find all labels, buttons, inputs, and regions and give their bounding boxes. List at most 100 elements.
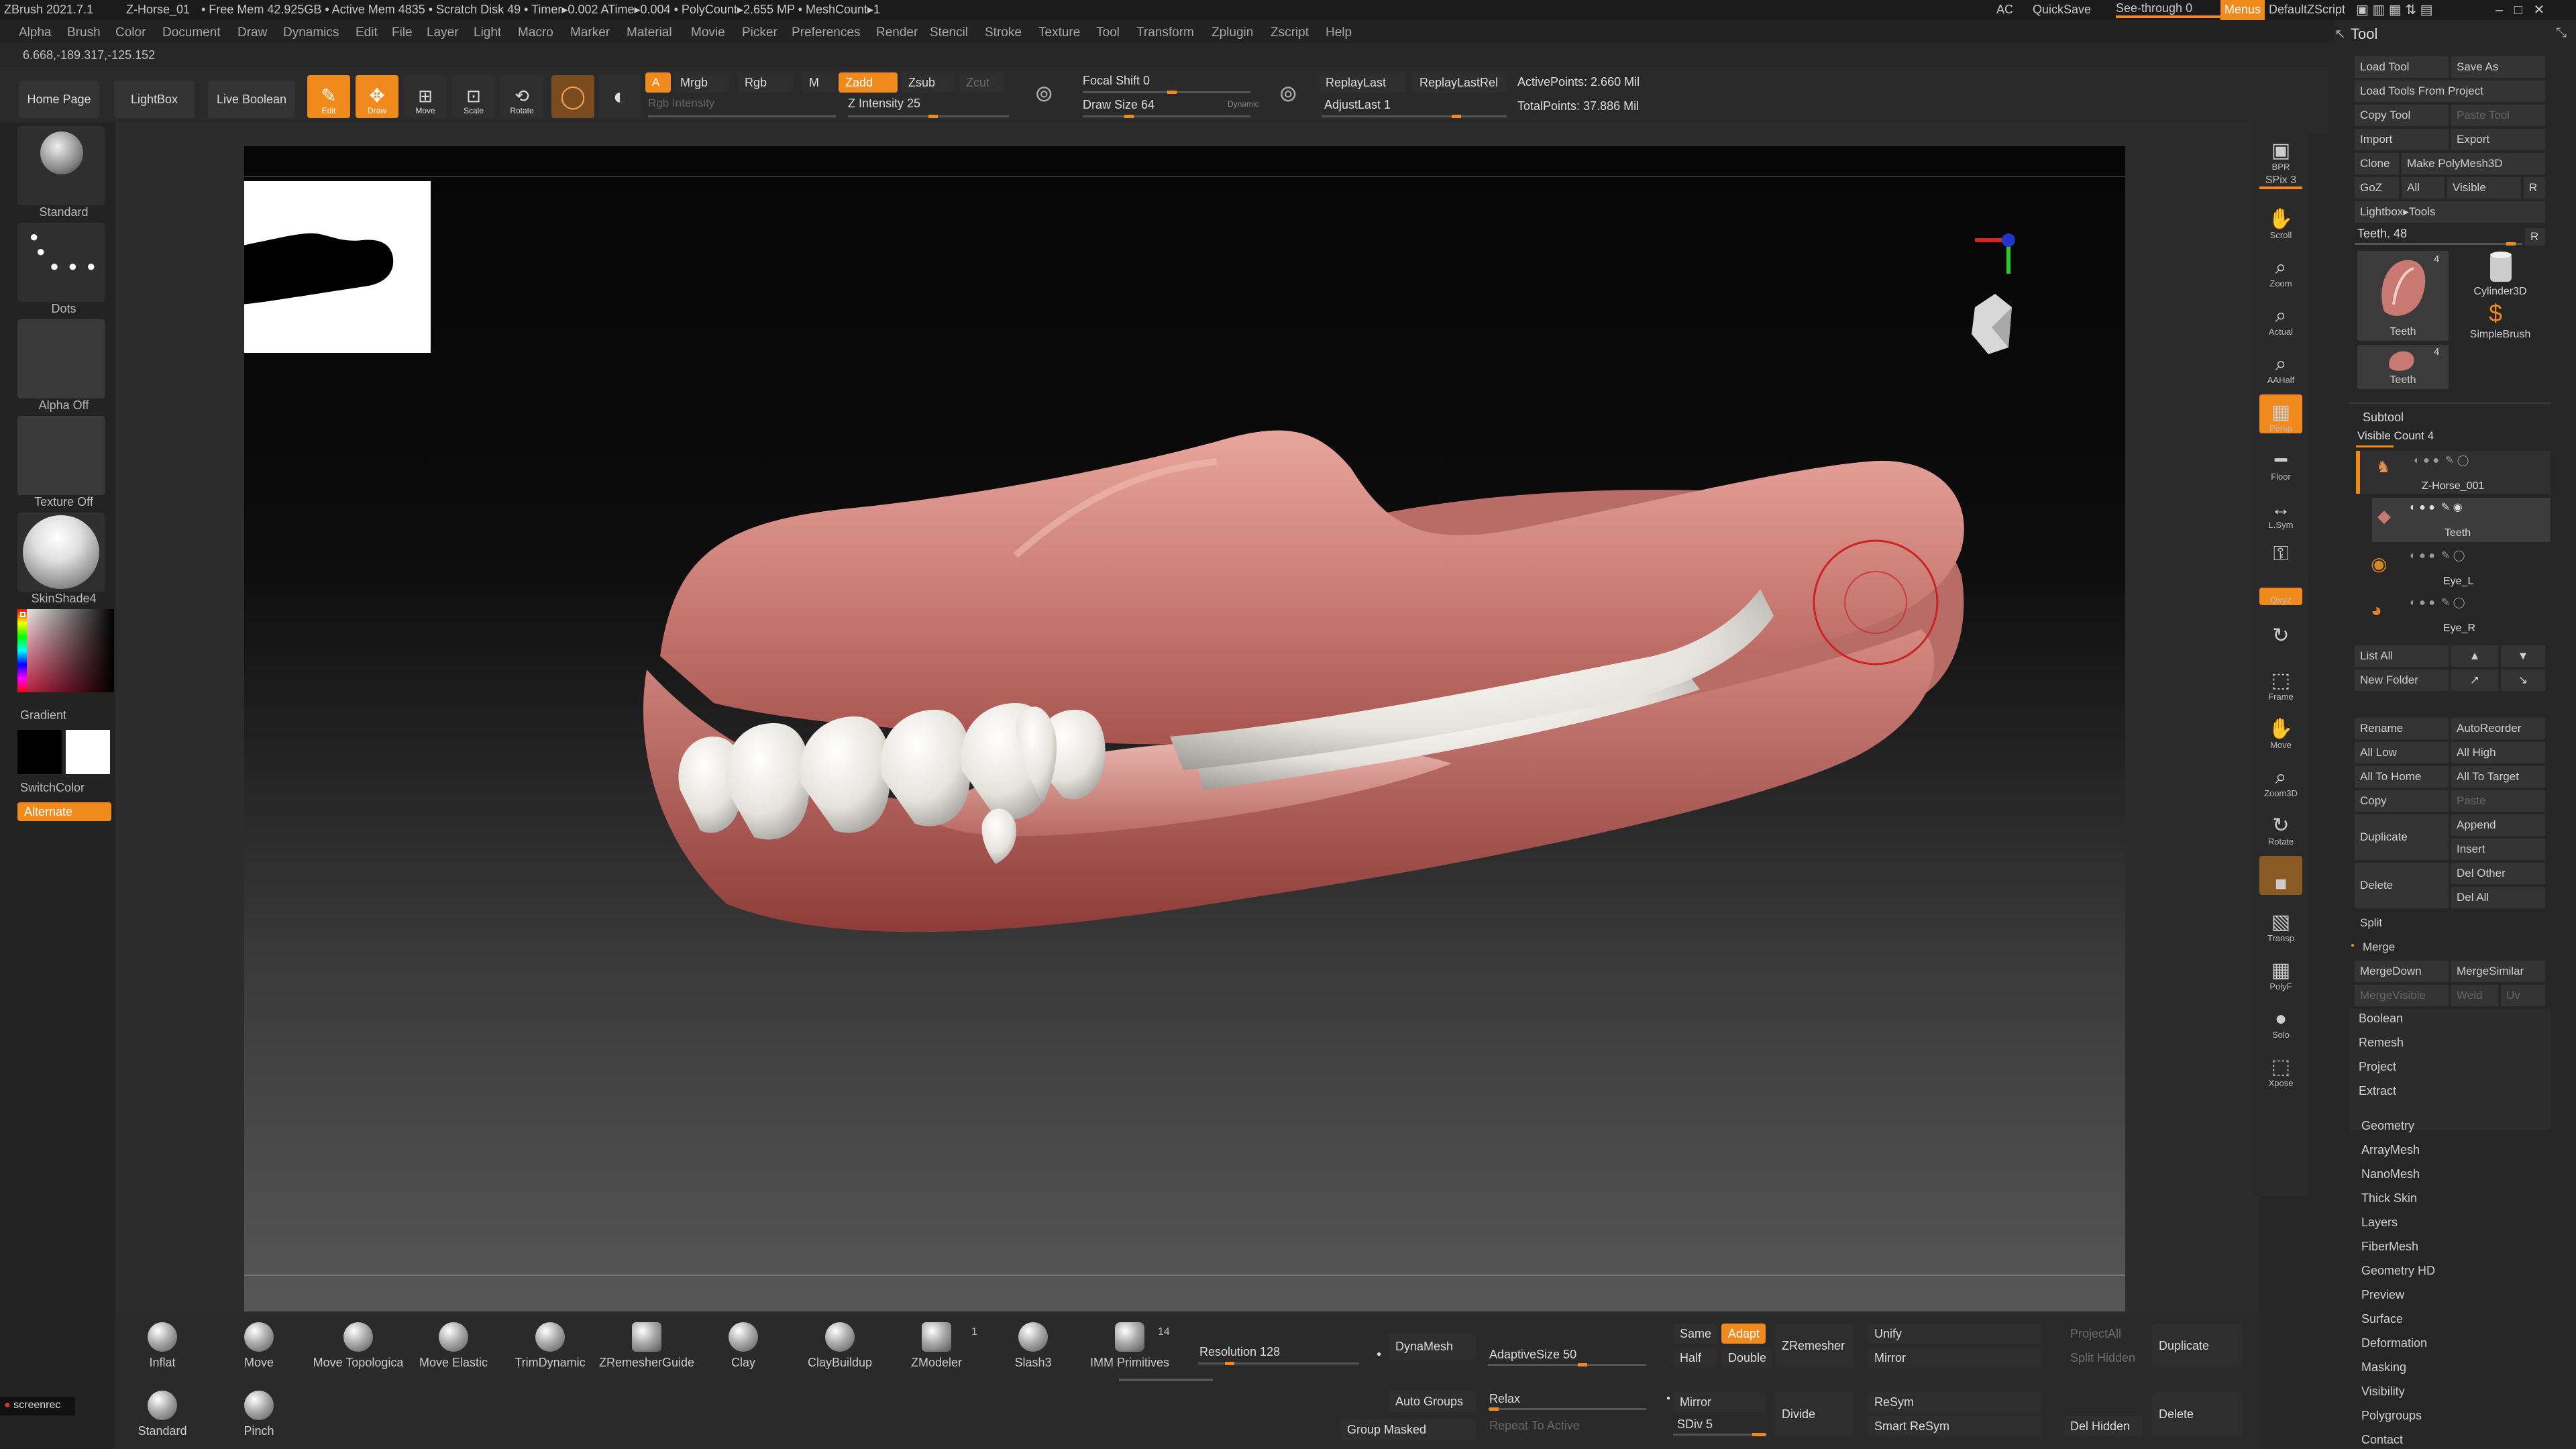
adaptivesize-handle[interactable] bbox=[1578, 1363, 1587, 1366]
contact-subpalette[interactable]: Contact bbox=[2361, 1433, 2403, 1447]
split-section[interactable]: Split bbox=[2355, 912, 2545, 934]
frame-button[interactable]: ⬚ Frame bbox=[2259, 663, 2302, 702]
brush-move[interactable]: Move bbox=[212, 1322, 306, 1370]
import-button[interactable]: Import bbox=[2355, 129, 2449, 150]
brush-slash3[interactable]: Slash3 bbox=[986, 1322, 1080, 1370]
secondary-color-swatch[interactable] bbox=[17, 730, 62, 774]
xpose-button[interactable]: ⬚ Xpose bbox=[2259, 1049, 2302, 1089]
menu-marker[interactable]: Marker bbox=[570, 25, 610, 40]
subtool-visibility-icons[interactable]: ◐ ● ● ✎ ◯ bbox=[2410, 596, 2465, 609]
nanomesh-subpalette[interactable]: NanoMesh bbox=[2361, 1167, 2420, 1181]
a-toggle[interactable]: A bbox=[645, 72, 671, 93]
scale-mode-button[interactable]: ⊡ Scale bbox=[452, 75, 495, 118]
solo-button[interactable]: ● Solo bbox=[2259, 1001, 2302, 1040]
clone-button[interactable]: Clone bbox=[2355, 153, 2399, 174]
delete-subtool-button[interactable]: Delete bbox=[2355, 863, 2449, 908]
subtool-row-eye-r[interactable]: ◕ ◐ ● ● ✎ ◯ Eye_R bbox=[2356, 593, 2551, 636]
scroll-button[interactable]: ✋ Scroll bbox=[2259, 201, 2302, 241]
double-button[interactable]: Double bbox=[1721, 1348, 1772, 1368]
shelf-resize-handle[interactable] bbox=[1119, 1379, 1213, 1381]
home-page-button[interactable]: Home Page bbox=[19, 80, 99, 118]
lsym-button[interactable]: ↔ L.Sym bbox=[2259, 491, 2302, 531]
project-all-button[interactable]: ProjectAll bbox=[2063, 1324, 2131, 1344]
brush-clay[interactable]: Clay bbox=[696, 1322, 790, 1370]
surface-subpalette[interactable]: Surface bbox=[2361, 1312, 2403, 1326]
menu-movie[interactable]: Movie bbox=[691, 25, 725, 40]
paste-tool-button[interactable]: Paste Tool bbox=[2451, 105, 2545, 126]
all-high-button[interactable]: All High bbox=[2451, 742, 2545, 763]
uv-button[interactable]: Uv bbox=[2501, 985, 2545, 1006]
draw-mode-button[interactable]: ✥ Draw bbox=[356, 75, 398, 118]
extract-section[interactable]: Extract bbox=[2359, 1084, 2396, 1098]
actual-button[interactable]: ⌕ Actual bbox=[2259, 298, 2302, 337]
default-zscript[interactable]: DefaultZScript bbox=[2269, 3, 2345, 17]
adapt-button[interactable]: Adapt bbox=[1721, 1324, 1766, 1344]
persp-button[interactable]: ▦ Persp bbox=[2259, 394, 2302, 433]
dynamic-toggle[interactable]: Dynamic bbox=[1228, 99, 1259, 109]
subtool-row-horse[interactable]: ♞ ◐ ● ● ✎ ◯ Z-Horse_001 bbox=[2356, 451, 2551, 494]
subtool-header[interactable]: Subtool bbox=[2363, 411, 2404, 425]
fibermesh-subpalette[interactable]: FiberMesh bbox=[2361, 1240, 2418, 1254]
transp-button[interactable]: ▧ Transp bbox=[2259, 904, 2302, 944]
lock-button[interactable]: ⚿ bbox=[2259, 534, 2302, 565]
split-hidden-button[interactable]: Split Hidden bbox=[2063, 1348, 2137, 1368]
rotate-view-button[interactable]: ↻ Rotate bbox=[2259, 808, 2302, 847]
all-to-home-button[interactable]: All To Home bbox=[2355, 766, 2449, 788]
visibility-subpalette[interactable]: Visibility bbox=[2361, 1385, 2405, 1399]
sdiv-handle[interactable] bbox=[1752, 1433, 1766, 1436]
brush-trimdynamic[interactable]: TrimDynamic bbox=[503, 1322, 597, 1370]
rgb-toggle[interactable]: Rgb bbox=[738, 72, 793, 93]
group-masked-button[interactable]: Group Masked bbox=[1340, 1419, 1476, 1440]
copy-tool-button[interactable]: Copy Tool bbox=[2355, 105, 2449, 126]
menu-tool[interactable]: Tool bbox=[1096, 25, 1120, 40]
adjustlast-slider[interactable]: AdjustLast 1 bbox=[1324, 98, 1391, 112]
floor-button[interactable]: ━ Floor bbox=[2259, 443, 2302, 482]
m-toggle[interactable]: M bbox=[802, 72, 836, 93]
brush-selector[interactable] bbox=[17, 126, 105, 205]
menu-render[interactable]: Render bbox=[876, 25, 918, 40]
tool-thumb-simplebrush[interactable]: $ SimpleBrush bbox=[2455, 298, 2545, 345]
save-as-button[interactable]: Save As bbox=[2451, 56, 2545, 78]
viewport-3d-model[interactable] bbox=[244, 146, 2125, 1313]
menu-layer[interactable]: Layer bbox=[427, 25, 459, 40]
zsub-toggle[interactable]: Zsub bbox=[902, 72, 954, 93]
lightbox-tools-button[interactable]: Lightbox▸Tools bbox=[2355, 201, 2545, 223]
zremesher-button[interactable]: ZRemesher bbox=[1775, 1324, 1854, 1368]
tool-thumb-cylinder3d[interactable]: Cylinder3D bbox=[2455, 251, 2545, 301]
menu-zscript[interactable]: Zscript bbox=[1271, 25, 1309, 40]
color-cursor[interactable] bbox=[20, 612, 25, 617]
texture-selector[interactable] bbox=[17, 416, 105, 495]
current-tool-slider[interactable]: Teeth. 48 bbox=[2357, 227, 2407, 241]
append-button[interactable]: Append bbox=[2451, 814, 2545, 836]
deformation-subpalette[interactable]: Deformation bbox=[2361, 1336, 2427, 1350]
menu-dynamics[interactable]: Dynamics bbox=[283, 25, 339, 40]
live-boolean-button[interactable]: Live Boolean bbox=[208, 80, 295, 118]
menu-stencil[interactable]: Stencil bbox=[930, 25, 968, 40]
make-polymesh-button[interactable]: Make PolyMesh3D bbox=[2402, 153, 2545, 174]
subtool-visibility-icons[interactable]: ◐ ● ● ✎ ◯ bbox=[2414, 453, 2469, 467]
duplicate-button[interactable]: Duplicate bbox=[2152, 1324, 2242, 1368]
merge-section[interactable]: Merge bbox=[2357, 936, 2545, 958]
geometry-subpalette[interactable]: Geometry bbox=[2361, 1119, 2414, 1133]
autoreorder-button[interactable]: AutoReorder bbox=[2451, 718, 2545, 739]
resym-button[interactable]: ReSym bbox=[1868, 1392, 2042, 1412]
menu-draw[interactable]: Draw bbox=[237, 25, 267, 40]
adjustlast-handle[interactable] bbox=[1452, 115, 1461, 118]
project-section[interactable]: Project bbox=[2359, 1060, 2396, 1074]
adaptivesize-slider[interactable]: AdaptiveSize 50 bbox=[1489, 1348, 1576, 1362]
palette-pin-icon[interactable]: ↖ bbox=[2334, 25, 2346, 42]
menu-texture[interactable]: Texture bbox=[1038, 25, 1080, 40]
hue-strip[interactable] bbox=[17, 609, 27, 692]
stroke-selector[interactable]: ● ● ● ● ● bbox=[17, 223, 105, 302]
duplicate-subtool-button[interactable]: Duplicate bbox=[2355, 814, 2449, 860]
weld-button[interactable]: Weld bbox=[2451, 985, 2498, 1006]
z-intensity-slider[interactable]: Z Intensity 25 bbox=[848, 97, 920, 111]
thick-skin-subpalette[interactable]: Thick Skin bbox=[2361, 1191, 2417, 1205]
menu-light[interactable]: Light bbox=[474, 25, 501, 40]
mergevisible-button[interactable]: MergeVisible bbox=[2355, 985, 2449, 1006]
current-tool-r-button[interactable]: R bbox=[2525, 228, 2545, 246]
move-down-button[interactable]: ▼ bbox=[2501, 645, 2545, 667]
mrgb-toggle[interactable]: Mrgb bbox=[674, 72, 729, 93]
menu-color[interactable]: Color bbox=[115, 25, 146, 40]
zoom3d-button[interactable]: ⌕ Zoom3D bbox=[2259, 759, 2302, 799]
